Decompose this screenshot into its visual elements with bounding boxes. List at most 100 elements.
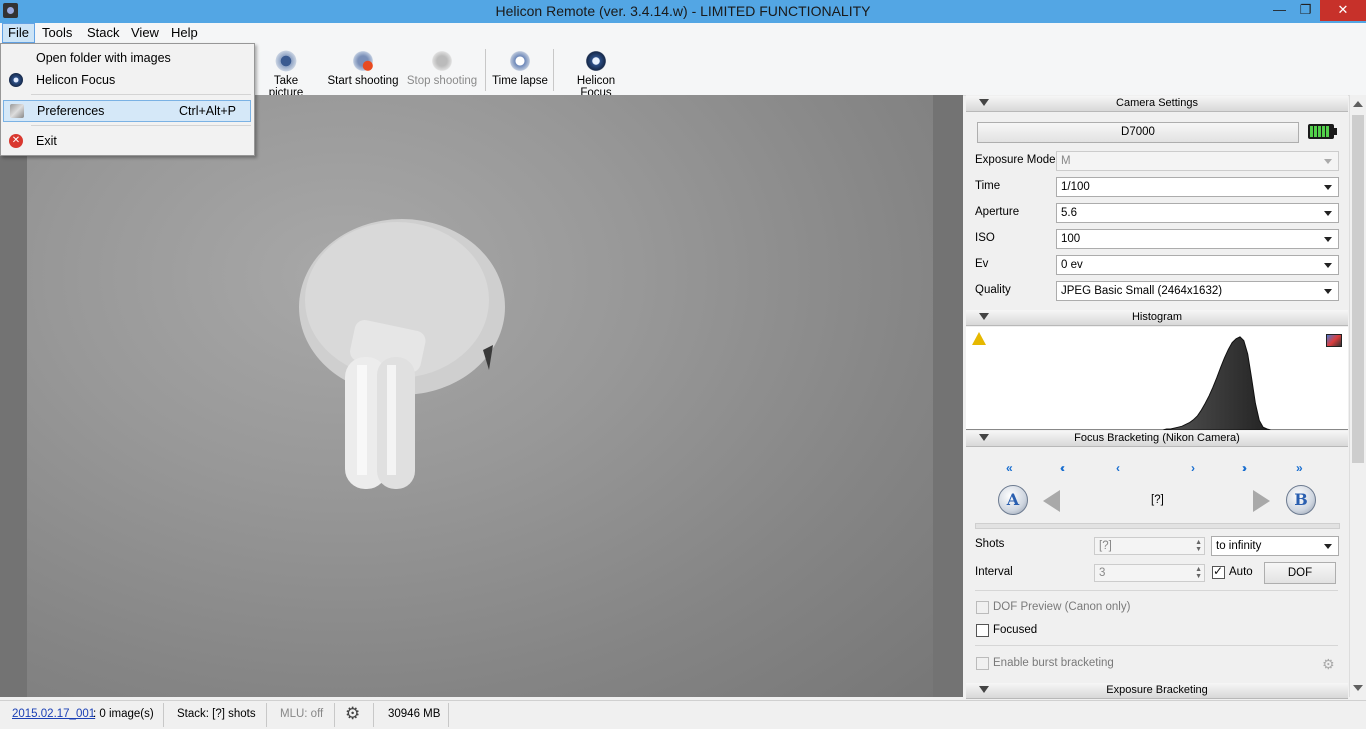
close-button[interactable]: ✕: [1320, 0, 1366, 21]
burst-label: Enable burst bracketing: [993, 657, 1114, 669]
time-lapse-button[interactable]: Time lapse: [492, 49, 548, 87]
focused-label: Focused: [993, 624, 1038, 636]
menu-open-folder[interactable]: Open folder with images: [3, 48, 251, 68]
camera-icon: [274, 49, 298, 73]
warning-icon: [972, 332, 986, 345]
nav-back-icon[interactable]: ‹: [1116, 461, 1120, 475]
file-menu-dropdown: Open folder with images Helicon Focus Pr…: [0, 43, 255, 156]
image-count: : 0 image(s): [93, 708, 154, 720]
collapse-icon: [979, 99, 989, 106]
live-view-image[interactable]: [27, 95, 933, 697]
nav-last-icon[interactable]: »: [1296, 461, 1302, 475]
toolbar-separator: [553, 49, 554, 91]
camera-settings-header[interactable]: Camera Settings: [966, 96, 1348, 112]
menu-stack[interactable]: Stack: [82, 23, 125, 43]
status-separator: [448, 703, 449, 727]
exposure-bracketing-header[interactable]: Exposure Bracketing: [966, 683, 1348, 699]
menu-preferences[interactable]: Preferences Ctrl+Alt+P: [3, 100, 251, 122]
right-panel: Camera Settings D7000 Exposure Mode M Ti…: [966, 95, 1348, 699]
menu-exit[interactable]: ✕ Exit: [3, 131, 251, 151]
status-separator: [163, 703, 164, 727]
focus-range-bar[interactable]: [975, 523, 1340, 529]
maximize-button[interactable]: ❐: [1292, 0, 1319, 21]
status-separator: [373, 703, 374, 727]
shots-label: Shots: [975, 538, 1005, 550]
menu-tools[interactable]: Tools: [37, 23, 77, 43]
lamp-photo: [299, 219, 505, 489]
exit-icon: ✕: [9, 134, 23, 148]
histogram-header[interactable]: Histogram: [966, 310, 1348, 326]
folder-link[interactable]: 2015.02.17_001: [12, 708, 95, 720]
window-title: Helicon Remote (ver. 3.4.14.w) - LIMITED…: [495, 3, 871, 19]
title-bar: Helicon Remote (ver. 3.4.14.w) - LIMITED…: [0, 0, 1366, 23]
quality-select[interactable]: JPEG Basic Small (2464x1632): [1056, 281, 1339, 301]
step-back-icon[interactable]: [1043, 490, 1060, 512]
menu-helicon-focus[interactable]: Helicon Focus: [3, 70, 251, 90]
nav-first-icon[interactable]: «: [1006, 461, 1012, 475]
exposure-mode-select[interactable]: M: [1056, 151, 1339, 171]
menu-file[interactable]: File: [2, 23, 35, 43]
auto-checkbox[interactable]: [1212, 564, 1225, 579]
menu-separator: [31, 94, 251, 95]
status-separator: [266, 703, 267, 727]
scrollbar-thumb[interactable]: [1352, 115, 1364, 463]
stop-shooting-button[interactable]: Stop shooting: [405, 49, 479, 87]
point-b-button[interactable]: B: [1286, 485, 1316, 515]
dof-button[interactable]: DOF: [1264, 562, 1336, 584]
ev-select[interactable]: 0 ev: [1056, 255, 1339, 275]
exposure-mode-label: Exposure Mode: [975, 154, 1056, 166]
point-a-button[interactable]: A: [998, 485, 1028, 515]
collapse-icon: [979, 313, 989, 320]
status-bar: 2015.02.17_001 : 0 image(s) Stack: [?] s…: [0, 700, 1366, 729]
histogram-mode-icon[interactable]: [1326, 334, 1342, 347]
helicon-focus-icon: [584, 49, 608, 73]
interval-spinner[interactable]: 3 ▲ ▼: [1094, 564, 1205, 582]
menu-view[interactable]: View: [126, 23, 164, 43]
nav-forward-icon[interactable]: ›: [1191, 461, 1195, 475]
divider: [975, 590, 1338, 591]
settings-gear-icon[interactable]: ⚙: [345, 704, 360, 724]
camera-select-button[interactable]: D7000: [977, 122, 1299, 143]
scroll-down-icon[interactable]: [1353, 685, 1363, 691]
histogram: [966, 327, 1348, 431]
minimize-button[interactable]: —: [1266, 0, 1293, 21]
panel-scrollbar[interactable]: [1349, 95, 1366, 697]
scroll-up-icon[interactable]: [1353, 101, 1363, 107]
memory-status: 30946 MB: [388, 708, 441, 720]
battery-icon: [1308, 124, 1337, 139]
focus-bracketing-header[interactable]: Focus Bracketing (Nikon Camera): [966, 431, 1348, 447]
burst-checkbox[interactable]: [976, 657, 989, 670]
iso-select[interactable]: 100: [1056, 229, 1339, 249]
start-shooting-button[interactable]: Start shooting: [327, 49, 399, 87]
nav-fast-back-icon[interactable]: ‹‹: [1060, 461, 1065, 475]
interval-label: Interval: [975, 566, 1013, 578]
collapse-icon: [979, 434, 989, 441]
time-select[interactable]: 1/100: [1056, 177, 1339, 197]
stop-shooting-icon: [430, 49, 454, 73]
aperture-select[interactable]: 5.6: [1056, 203, 1339, 223]
iso-label: ISO: [975, 232, 995, 244]
focus-position: [?]: [1151, 494, 1164, 506]
histogram-curve: [966, 336, 1348, 431]
start-shooting-icon: [351, 49, 375, 73]
histogram-chart: [966, 336, 1348, 431]
focused-checkbox[interactable]: [976, 624, 989, 637]
menu-help[interactable]: Help: [166, 23, 203, 43]
dof-preview-checkbox[interactable]: [976, 601, 989, 614]
collapse-icon: [979, 686, 989, 693]
time-label: Time: [975, 180, 1001, 192]
helicon-focus-icon: [9, 73, 23, 87]
divider: [975, 645, 1338, 646]
helicon-focus-button[interactable]: Helicon Focus: [560, 49, 632, 99]
mlu-status: MLU: off: [280, 708, 324, 720]
auto-label: Auto: [1229, 566, 1253, 578]
toolbar-separator: [485, 49, 486, 91]
menu-bar: File Tools Stack View Help: [0, 23, 1366, 43]
take-picture-button[interactable]: Take picture: [256, 49, 316, 99]
gear-icon[interactable]: ⚙: [1322, 656, 1335, 673]
shots-spinner[interactable]: [?] ▲ ▼: [1094, 537, 1205, 555]
nav-fast-forward-icon[interactable]: ››: [1242, 461, 1247, 475]
shots-mode-select[interactable]: to infinity: [1211, 536, 1339, 556]
step-forward-icon[interactable]: [1253, 490, 1270, 512]
clock-icon: [508, 49, 532, 73]
